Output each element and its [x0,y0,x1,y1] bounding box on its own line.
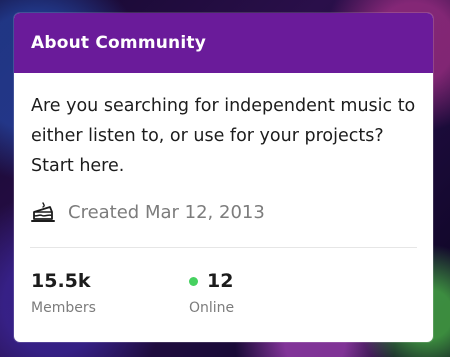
members-label: Members [31,300,96,316]
online-label: Online [189,300,235,316]
online-status-dot [189,276,198,286]
community-stats: 15.5k Members 12 Online [31,270,433,316]
members-stat: 15.5k Members [31,270,189,316]
about-community-card: About Community Are you searching for in… [14,13,433,342]
created-date-row: Created Mar 12, 2013 [30,199,433,225]
card-title: About Community [31,33,206,53]
cake-icon [30,199,56,225]
members-count: 15.5k [31,270,91,292]
community-description: Are you searching for independent music … [31,96,416,176]
online-count: 12 [207,270,234,292]
card-header: About Community [14,13,433,73]
divider [30,247,417,248]
online-stat: 12 Online [189,270,234,316]
created-date: Created Mar 12, 2013 [68,201,265,223]
